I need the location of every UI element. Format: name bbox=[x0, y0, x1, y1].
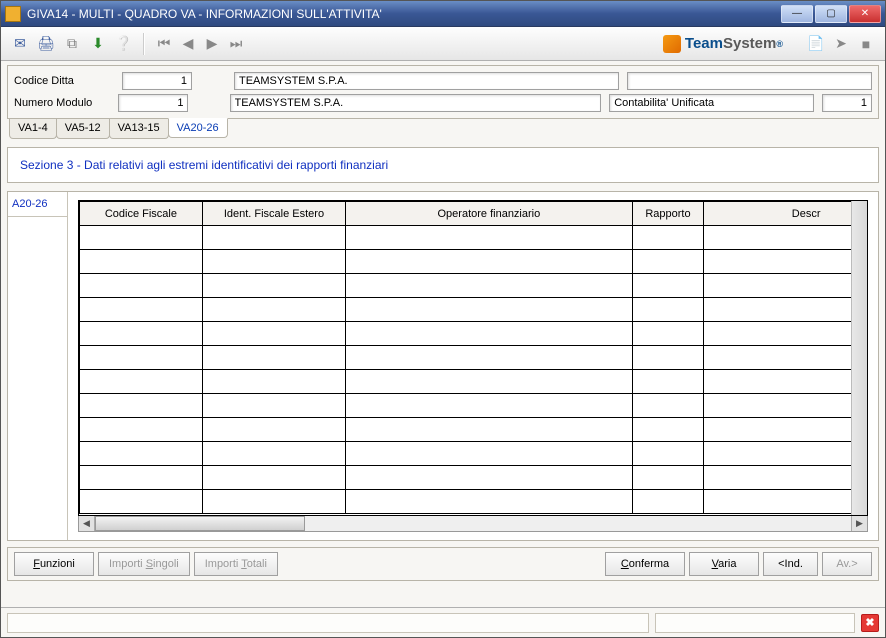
mail-icon[interactable]: ✉ bbox=[9, 33, 31, 55]
tab-va1-4[interactable]: VA1-4 bbox=[9, 119, 57, 139]
nav-last-icon[interactable]: ⏭ bbox=[225, 33, 247, 55]
table-row[interactable] bbox=[80, 370, 852, 394]
content-area: Codice Ditta Numero Modulo VA1-4 VA5-12 … bbox=[1, 61, 885, 607]
tab-va20-26[interactable]: VA20-26 bbox=[168, 118, 228, 138]
numero-modulo-label: Numero Modulo bbox=[14, 97, 110, 109]
col-descr[interactable]: Descr bbox=[704, 202, 851, 226]
window-close-button[interactable]: ✕ bbox=[849, 5, 881, 23]
importi-totali-button[interactable]: Importi Totali bbox=[194, 552, 278, 576]
section-box: Sezione 3 - Dati relativi agli estremi i… bbox=[7, 147, 879, 183]
table-row[interactable] bbox=[80, 442, 852, 466]
copy-icon[interactable]: ⧉ bbox=[61, 33, 83, 55]
minimize-button[interactable]: — bbox=[781, 5, 813, 23]
table-row[interactable] bbox=[80, 394, 852, 418]
table-row[interactable] bbox=[80, 274, 852, 298]
grid-scroll: Codice Fiscale Ident. Fiscale Estero Ope… bbox=[78, 200, 868, 516]
hscroll-left-arrow[interactable]: ◀ bbox=[79, 516, 95, 531]
funzioni-button[interactable]: Funzioni bbox=[14, 552, 94, 576]
horizontal-scrollbar[interactable]: ◀ ▶ bbox=[78, 516, 868, 532]
brand-text-team: Team bbox=[685, 35, 723, 52]
col-codice-fiscale[interactable]: Codice Fiscale bbox=[80, 202, 203, 226]
footer-bar: Funzioni Importi Singoli Importi Totali … bbox=[7, 547, 879, 581]
window-titlebar: GIVA14 - MULTI - QUADRO VA - INFORMAZION… bbox=[1, 1, 885, 27]
status-close-icon[interactable]: ✖ bbox=[861, 614, 879, 632]
data-grid[interactable]: Codice Fiscale Ident. Fiscale Estero Ope… bbox=[79, 201, 851, 514]
company2-input[interactable] bbox=[230, 94, 602, 112]
numero-modulo-input[interactable] bbox=[118, 94, 188, 112]
table-row[interactable] bbox=[80, 250, 852, 274]
status-bar: ✖ bbox=[1, 607, 885, 637]
company1-extra-input[interactable] bbox=[627, 72, 872, 90]
table-row[interactable] bbox=[80, 418, 852, 442]
nav-first-icon[interactable]: ⏮ bbox=[153, 33, 175, 55]
contabilita-input[interactable] bbox=[609, 94, 814, 112]
window-title: GIVA14 - MULTI - QUADRO VA - INFORMAZION… bbox=[27, 7, 779, 21]
tab-va13-15[interactable]: VA13-15 bbox=[109, 119, 169, 139]
side-tab-a20-26[interactable]: A20-26 bbox=[8, 192, 67, 217]
status-right bbox=[655, 613, 855, 633]
codice-ditta-label: Codice Ditta bbox=[14, 75, 114, 87]
company1-input[interactable] bbox=[234, 72, 619, 90]
tab-strip: VA1-4 VA5-12 VA13-15 VA20-26 bbox=[7, 119, 879, 139]
av-button[interactable]: Av.> bbox=[822, 552, 872, 576]
col-rapporto[interactable]: Rapporto bbox=[632, 202, 704, 226]
codice-ditta-input[interactable] bbox=[122, 72, 192, 90]
table-row[interactable] bbox=[80, 298, 852, 322]
help-icon[interactable]: ❔ bbox=[113, 33, 135, 55]
importi-singoli-button[interactable]: Importi Singoli bbox=[98, 552, 190, 576]
brand-logo: TeamSystem® bbox=[663, 35, 783, 53]
table-row[interactable] bbox=[80, 490, 852, 514]
stop-icon[interactable]: ■ bbox=[855, 33, 877, 55]
col-ident-fiscale-estero[interactable]: Ident. Fiscale Estero bbox=[202, 202, 345, 226]
tab-va5-12[interactable]: VA5-12 bbox=[56, 119, 110, 139]
grid-panel: A20-26 Codice Fiscale Ident. Fiscale Est… bbox=[7, 191, 879, 541]
status-left bbox=[7, 613, 649, 633]
col-operatore-finanziario[interactable]: Operatore finanziario bbox=[346, 202, 633, 226]
section-title: Sezione 3 - Dati relativi agli estremi i… bbox=[20, 158, 866, 172]
ind-button[interactable]: <Ind. bbox=[763, 552, 818, 576]
app-icon bbox=[5, 6, 21, 22]
document-icon[interactable]: 📄 bbox=[805, 33, 827, 55]
nav-next-icon[interactable]: ▶ bbox=[201, 33, 223, 55]
brand-icon bbox=[663, 35, 681, 53]
conferma-button[interactable]: Conferma bbox=[605, 552, 685, 576]
nav-prev-icon[interactable]: ◀ bbox=[177, 33, 199, 55]
brand-reg: ® bbox=[776, 39, 783, 49]
hscroll-right-arrow[interactable]: ▶ bbox=[851, 516, 867, 531]
contabilita-num-input[interactable] bbox=[822, 94, 872, 112]
forward-icon[interactable]: ➤ bbox=[830, 33, 852, 55]
download-icon[interactable]: ⬇ bbox=[87, 33, 109, 55]
table-row[interactable] bbox=[80, 346, 852, 370]
main-toolbar: ✉ 🖨 ⧉ ⬇ ❔ ⏮ ◀ ▶ ⏭ TeamSystem® 📄 ➤ ■ bbox=[1, 27, 885, 61]
funzioni-label: unzioni bbox=[40, 558, 75, 570]
varia-button[interactable]: Varia bbox=[689, 552, 759, 576]
vertical-scrollbar[interactable] bbox=[851, 201, 867, 515]
brand-text-system: System bbox=[723, 35, 776, 52]
hscroll-thumb[interactable] bbox=[95, 516, 305, 531]
side-tabs: A20-26 bbox=[8, 192, 68, 540]
header-fields-panel: Codice Ditta Numero Modulo bbox=[7, 65, 879, 119]
print-icon[interactable]: 🖨 bbox=[35, 33, 57, 55]
table-row[interactable] bbox=[80, 226, 852, 250]
table-row[interactable] bbox=[80, 322, 852, 346]
maximize-button[interactable]: ▢ bbox=[815, 5, 847, 23]
table-row[interactable] bbox=[80, 466, 852, 490]
